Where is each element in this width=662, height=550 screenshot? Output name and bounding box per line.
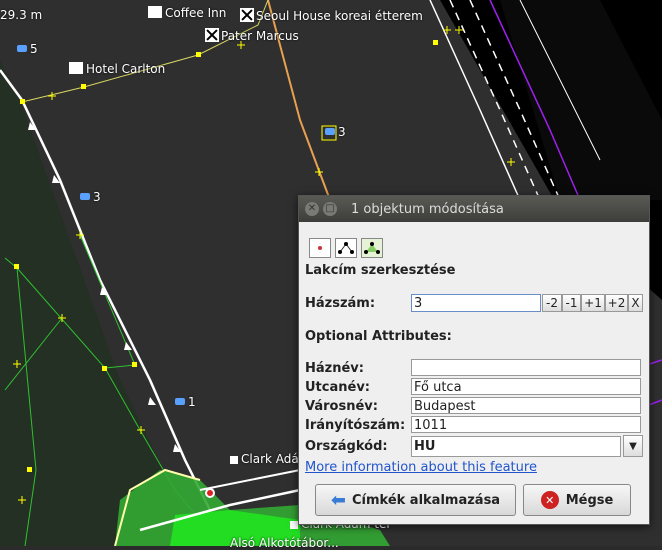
edit-address-dialog: ✕ □ 1 objektum módosítása Lakcím szerkes… (298, 195, 650, 525)
address-1[interactable]: 1 (175, 395, 196, 409)
dialog-titlebar[interactable]: ✕ □ 1 objektum módosítása (299, 196, 649, 222)
address-3[interactable]: 3 (80, 190, 101, 204)
cafe-icon (148, 6, 162, 18)
map-scale-label: 29.3 m (0, 8, 43, 22)
address-3-selected[interactable]: 3 (325, 125, 346, 139)
poi-pater-label: Pater Marcus (221, 29, 299, 43)
bottom-label: Alsó Alkotótábor... (230, 536, 339, 550)
hotel-icon (69, 62, 83, 74)
apply-tags-button[interactable]: ⬅ Címkék alkalmazása (315, 484, 516, 516)
postcode-label: Irányítószám: (305, 418, 406, 433)
step-plus-1-button[interactable]: +1 (581, 294, 605, 312)
address-1-label: 1 (188, 395, 196, 409)
section-title: Lakcím szerkesztése (305, 263, 456, 278)
housename-field[interactable] (411, 359, 641, 376)
apply-arrow-icon: ⬅ (330, 489, 346, 511)
optional-attributes-title: Optional Attributes: (305, 329, 452, 344)
step-minus-1-button[interactable]: -1 (562, 294, 581, 312)
clear-button[interactable]: X (628, 294, 643, 312)
address-5[interactable]: 5 (17, 42, 38, 56)
close-icon[interactable]: ✕ (305, 202, 319, 216)
clark-1-label: Clark Adá (241, 452, 299, 466)
housenumber-field[interactable]: 3 (411, 294, 541, 312)
cancel-icon: ✕ (540, 491, 559, 509)
address-icon (325, 128, 335, 135)
country-field[interactable]: HU (411, 436, 621, 457)
address-5-label: 5 (30, 42, 38, 56)
minimize-icon[interactable]: □ (323, 202, 337, 216)
more-info-link[interactable]: More information about this feature (305, 460, 537, 475)
node-mode-icon[interactable] (309, 238, 331, 258)
restaurant-icon (205, 28, 219, 42)
step-minus-2-button[interactable]: -2 (542, 294, 562, 312)
postcode-field[interactable]: 1011 (411, 416, 641, 433)
clark-label-1[interactable]: Clark Adá (230, 452, 299, 466)
poi-coffee-inn-label: Coffee Inn (165, 6, 227, 20)
country-label: Országkód: (305, 439, 388, 454)
cancel-button-label: Mégse (565, 492, 614, 508)
address-icon (175, 398, 185, 405)
apply-button-label: Címkék alkalmazása (351, 492, 501, 508)
dialog-title: 1 objektum módosítása (351, 201, 504, 217)
poi-seoul-label: Seoul House koreai étterem (256, 9, 423, 23)
address-3-label: 3 (338, 125, 346, 139)
cancel-button[interactable]: ✕ Mégse (523, 484, 631, 516)
area-mode-icon[interactable] (361, 238, 383, 258)
mode-buttons (309, 238, 383, 258)
street-field[interactable]: Fő utca (411, 378, 641, 395)
poi-icon (290, 521, 298, 529)
way-mode-icon[interactable] (335, 238, 357, 258)
poi-pater-marcus[interactable]: Pater Marcus (205, 28, 299, 43)
housenumber-label: Házszám: (305, 296, 376, 311)
housename-label: Háznév: (305, 361, 364, 376)
address-icon (17, 45, 27, 52)
address-3b-label: 3 (93, 190, 101, 204)
city-field[interactable]: Budapest (411, 397, 641, 414)
street-label: Utcanév: (305, 380, 370, 395)
address-icon (80, 193, 90, 200)
poi-coffee-inn[interactable]: Coffee Inn (148, 6, 226, 20)
poi-hotel-label: Hotel Carlton (86, 62, 166, 76)
poi-hotel-carlton[interactable]: Hotel Carlton (69, 62, 165, 76)
poi-icon (230, 456, 238, 464)
restaurant-icon (240, 8, 254, 22)
city-label: Városnév: (305, 399, 378, 414)
chevron-down-icon[interactable]: ▼ (623, 435, 643, 457)
poi-seoul-house[interactable]: Seoul House koreai étterem (240, 8, 423, 23)
step-plus-2-button[interactable]: +2 (605, 294, 628, 312)
